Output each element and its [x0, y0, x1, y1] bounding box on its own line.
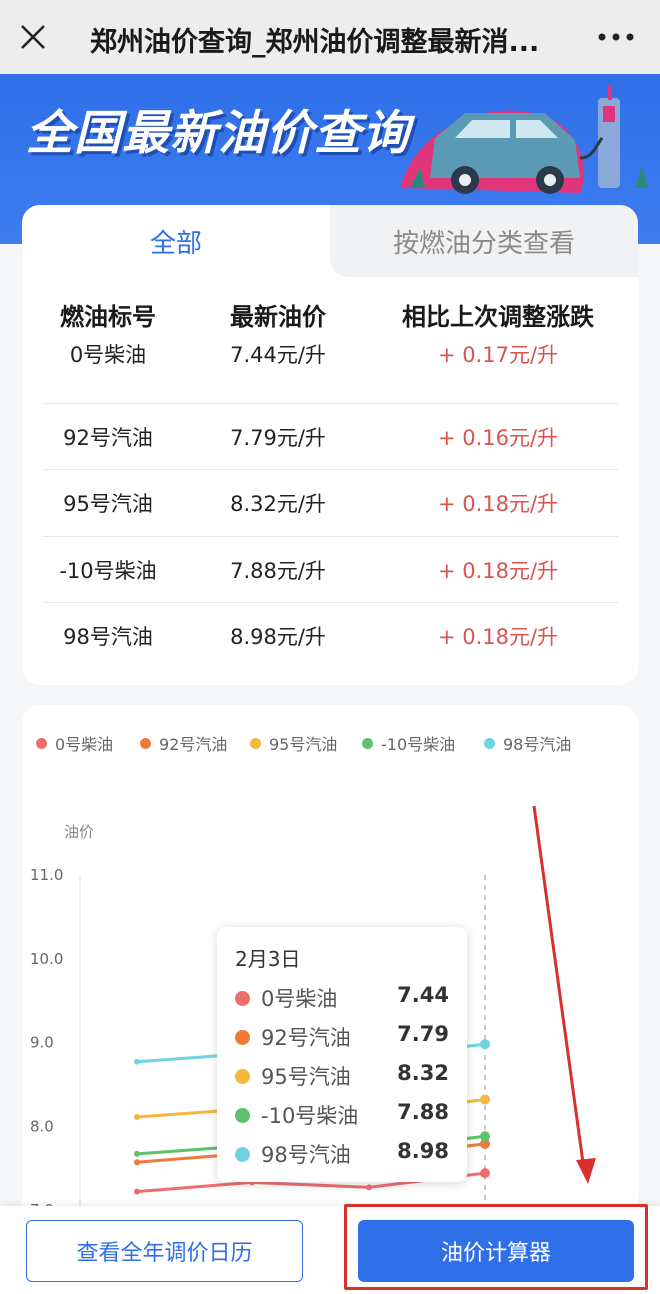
price-change: + 0.18元/升: [437, 625, 559, 649]
fuel-price: 8.98元/升: [230, 625, 326, 649]
fuel-price: 7.79元/升: [230, 425, 326, 450]
y-tick-label: 10.0: [30, 950, 63, 968]
price-change: + 0.18元/升: [437, 492, 559, 516]
table-header: 燃油标号 最新油价 相比上次调整涨跌: [22, 297, 638, 337]
tooltip-row: 0号柴油 7.44: [235, 983, 453, 1013]
tooltip-name: 92号汽油: [261, 1026, 351, 1050]
chart-tooltip: 2月3日 0号柴油 7.44 92号汽油 7.79 95号汽油 8.32 -10…: [217, 927, 467, 1182]
annotation-highlight-box: [344, 1204, 648, 1290]
y-tick-label: 9.0: [30, 1034, 54, 1052]
data-point: [480, 1094, 490, 1105]
page-title: 郑州油价查询_郑州油价调整最新消...: [90, 27, 540, 58]
tooltip-row: 95号汽油 8.32: [235, 1061, 453, 1091]
header-change: 相比上次调整涨跌: [402, 303, 594, 331]
tooltip-row: 98号汽油 8.98: [235, 1139, 453, 1169]
tab-all[interactable]: 全部: [22, 205, 330, 277]
table-row: 98号汽油 8.98元/升 + 0.18元/升: [42, 603, 618, 670]
tooltip-name: 95号汽油: [261, 1065, 351, 1089]
header-price: 最新油价: [230, 303, 326, 331]
more-icon[interactable]: [596, 22, 636, 52]
table-row: 95号汽油 8.32元/升 + 0.18元/升: [42, 470, 618, 537]
fuel-name: -10号柴油: [59, 558, 157, 583]
tooltip-dot: [235, 1108, 250, 1123]
tooltip-dot: [235, 1069, 250, 1084]
fuel-price: 8.32元/升: [230, 492, 326, 516]
table-row: -10号柴油 7.88元/升 + 0.18元/升: [42, 537, 618, 603]
data-point: [480, 1131, 490, 1142]
tabs: 全部 按燃油分类查看: [22, 205, 638, 277]
fuel-name: 92号汽油: [63, 425, 153, 450]
table-row: 0号柴油 7.44元/升 + 0.17元/升: [42, 337, 618, 404]
annotation-arrow: [532, 805, 596, 1184]
tooltip-row: 92号汽油 7.79: [235, 1022, 453, 1052]
fuel-name: 95号汽油: [63, 492, 153, 516]
fuel-name: 98号汽油: [63, 625, 153, 649]
tooltip-dot: [235, 1030, 250, 1045]
tooltip-value: 7.79: [397, 1022, 449, 1046]
view-calendar-button[interactable]: 查看全年调价日历: [26, 1220, 303, 1282]
tooltip-value: 8.98: [397, 1139, 449, 1163]
tooltip-name: -10号柴油: [261, 1104, 359, 1128]
y-axis-label: 油价: [64, 823, 94, 841]
fuel-price: 7.88元/升: [230, 558, 326, 583]
close-icon[interactable]: [14, 18, 52, 56]
tooltip-name: 98号汽油: [261, 1143, 351, 1167]
tooltip-date: 2月3日: [235, 947, 301, 971]
y-tick-label: 11.0: [30, 866, 63, 884]
header-fuel: 燃油标号: [60, 303, 156, 331]
fuel-price: 7.44元/升: [230, 343, 326, 367]
car-charging-illustration: [400, 86, 648, 194]
data-point: [480, 1039, 490, 1050]
tooltip-row: -10号柴油 7.88: [235, 1100, 453, 1130]
data-point: [134, 1058, 140, 1065]
tooltip-value: 8.32: [397, 1061, 449, 1085]
data-point: [134, 1150, 140, 1157]
data-point: [480, 1168, 490, 1179]
data-point: [134, 1114, 140, 1121]
tooltip-name: 0号柴油: [261, 987, 338, 1011]
table-row: 92号汽油 7.79元/升 + 0.16元/升: [42, 404, 618, 470]
data-point: [134, 1188, 140, 1195]
fuel-name: 0号柴油: [69, 343, 147, 367]
tooltip-dot: [235, 1147, 250, 1162]
price-table: 0号柴油 7.44元/升 + 0.17元/升 92号汽油 7.79元/升 + 0…: [42, 337, 618, 670]
data-point: [366, 1184, 372, 1191]
price-change: + 0.16元/升: [437, 425, 559, 450]
nav-bar: 郑州油价查询_郑州油价调整最新消...: [0, 0, 660, 74]
price-change: + 0.17元/升: [437, 343, 559, 367]
tooltip-value: 7.88: [397, 1100, 449, 1124]
data-point: [134, 1159, 140, 1166]
tooltip-dot: [235, 991, 250, 1006]
banner-title: 全国最新油价查询: [26, 106, 410, 161]
price-card: 全部 按燃油分类查看 燃油标号 最新油价 相比上次调整涨跌 0号柴油 7.44元…: [22, 205, 638, 685]
price-change: + 0.18元/升: [437, 558, 559, 583]
tab-by-category[interactable]: 按燃油分类查看: [330, 205, 638, 277]
y-tick-label: 8.0: [30, 1117, 54, 1135]
tooltip-value: 7.44: [397, 983, 449, 1007]
